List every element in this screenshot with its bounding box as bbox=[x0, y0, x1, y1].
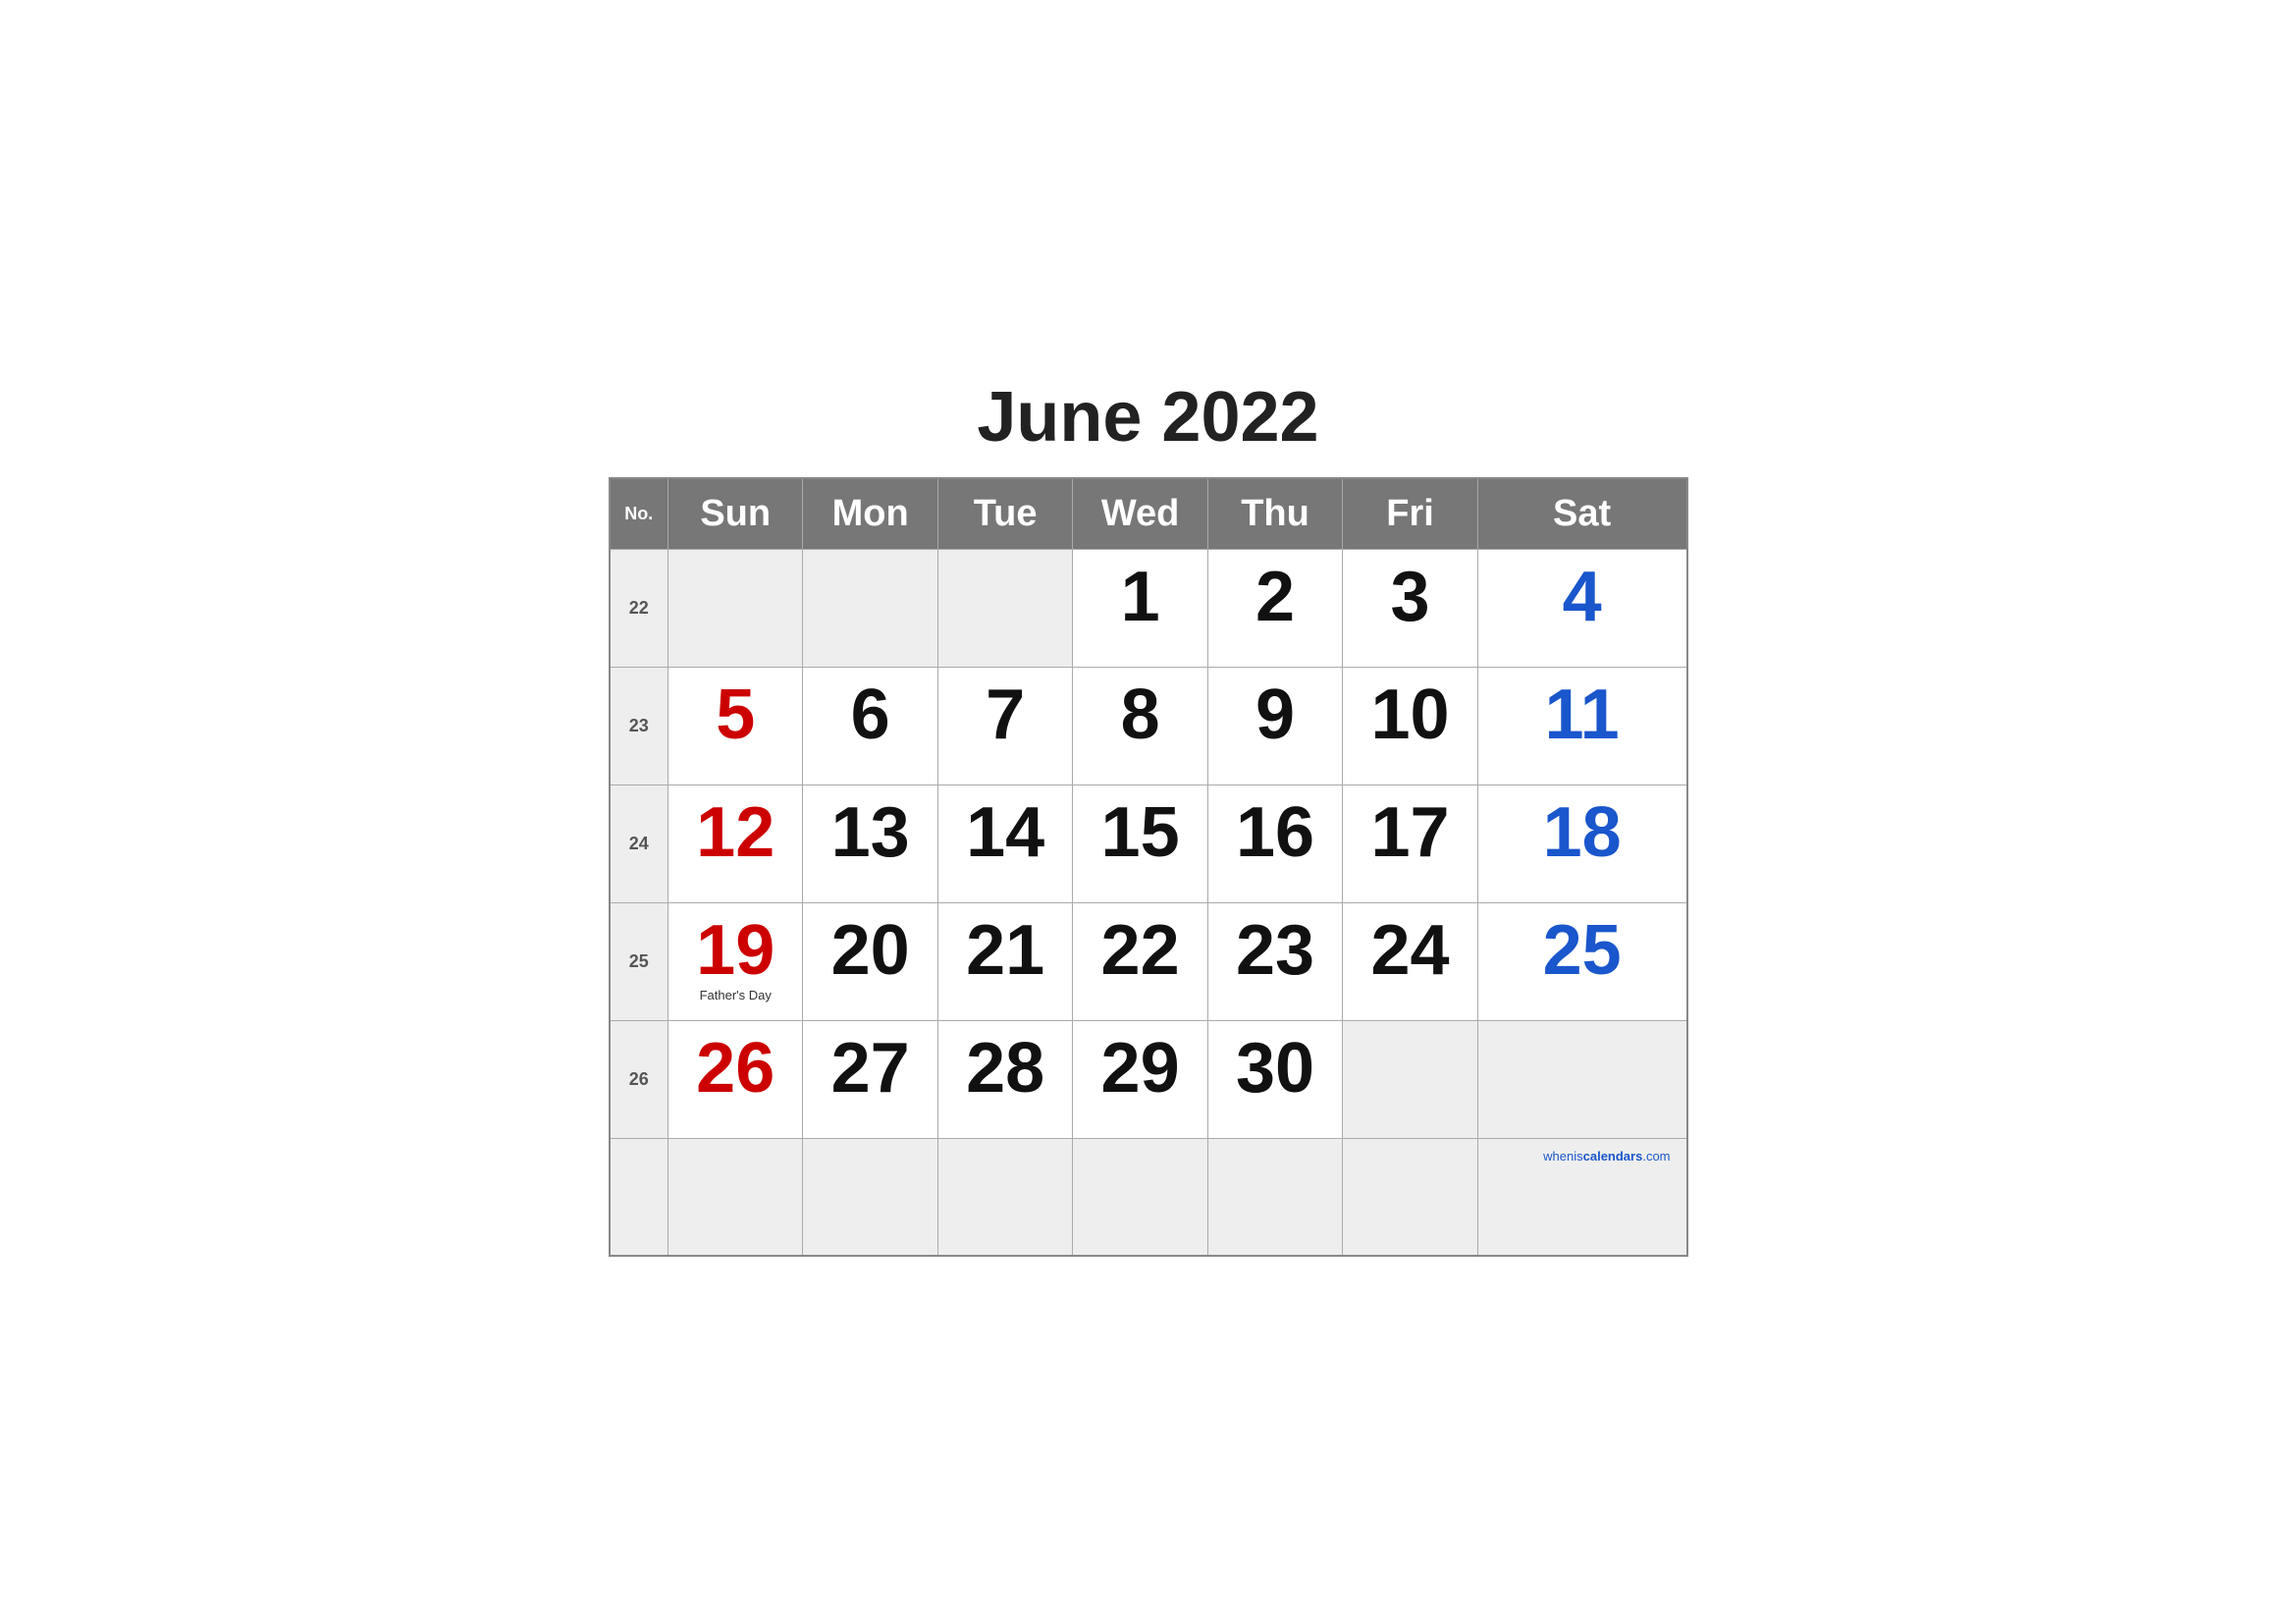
table-row: wheniscalendars.com bbox=[610, 1138, 1687, 1256]
calendar-day[interactable]: 6 bbox=[803, 667, 937, 785]
day-number: 13 bbox=[813, 797, 927, 868]
calendar-day[interactable] bbox=[1477, 1020, 1686, 1138]
calendar-day[interactable]: 25 bbox=[1477, 902, 1686, 1020]
calendar-day[interactable]: 30 bbox=[1207, 1020, 1342, 1138]
calendar-day[interactable]: 9 bbox=[1207, 667, 1342, 785]
day-number: 16 bbox=[1218, 797, 1332, 868]
calendar-day[interactable]: wheniscalendars.com bbox=[1477, 1138, 1686, 1256]
day-number: 6 bbox=[813, 679, 927, 750]
calendar-day[interactable]: 18 bbox=[1477, 785, 1686, 902]
table-row: 2412 13 14 15 16 17 18 bbox=[610, 785, 1687, 902]
calendar-day[interactable] bbox=[1343, 1020, 1477, 1138]
header-fri: Fri bbox=[1343, 478, 1477, 550]
day-number: 9 bbox=[1218, 679, 1332, 750]
day-number: 11 bbox=[1488, 679, 1677, 750]
calendar-title: June 2022 bbox=[609, 367, 1688, 467]
day-number: 17 bbox=[1353, 797, 1467, 868]
day-number: 12 bbox=[678, 797, 792, 868]
calendar-day[interactable]: 20 bbox=[803, 902, 937, 1020]
table-row: 2519Father's Day202122232425 bbox=[610, 902, 1687, 1020]
header-thu: Thu bbox=[1207, 478, 1342, 550]
calendar-day[interactable]: 12 bbox=[668, 785, 803, 902]
calendar-day[interactable]: 2 bbox=[1207, 549, 1342, 667]
calendar-table: No. Sun Mon Tue Wed Thu Fri Sat 22123423… bbox=[609, 477, 1688, 1258]
calendar-day[interactable]: 19 Father's Day bbox=[668, 902, 803, 1020]
calendar-day[interactable]: 7 bbox=[937, 667, 1072, 785]
day-number: 27 bbox=[813, 1033, 927, 1104]
day-number: 24 bbox=[1353, 915, 1467, 986]
day-number: 1 bbox=[1083, 562, 1197, 632]
event-label: Father's Day bbox=[678, 988, 792, 1002]
calendar-day[interactable]: 13 bbox=[803, 785, 937, 902]
header-tue: Tue bbox=[937, 478, 1072, 550]
header-wed: Wed bbox=[1073, 478, 1207, 550]
day-number: 29 bbox=[1083, 1033, 1197, 1104]
day-number: 7 bbox=[948, 679, 1062, 750]
calendar-day[interactable]: 29 bbox=[1073, 1020, 1207, 1138]
day-number: 20 bbox=[813, 915, 927, 986]
day-number: 4 bbox=[1488, 562, 1677, 632]
week-number: 24 bbox=[610, 785, 668, 902]
day-number: 21 bbox=[948, 915, 1062, 986]
calendar-day[interactable] bbox=[668, 549, 803, 667]
week-number: 25 bbox=[610, 902, 668, 1020]
calendar-day[interactable]: 14 bbox=[937, 785, 1072, 902]
day-number: 3 bbox=[1353, 562, 1467, 632]
calendar-day[interactable]: 16 bbox=[1207, 785, 1342, 902]
calendar-day[interactable] bbox=[937, 549, 1072, 667]
calendar-day[interactable]: 24 bbox=[1343, 902, 1477, 1020]
table-row: 2356789 10 11 bbox=[610, 667, 1687, 785]
calendar-day[interactable]: 8 bbox=[1073, 667, 1207, 785]
calendar-day[interactable]: 3 bbox=[1343, 549, 1477, 667]
calendar-day[interactable]: 10 bbox=[1343, 667, 1477, 785]
day-number: 22 bbox=[1083, 915, 1197, 986]
calendar-day[interactable] bbox=[1073, 1138, 1207, 1256]
week-number: 26 bbox=[610, 1020, 668, 1138]
calendar-day[interactable]: 15 bbox=[1073, 785, 1207, 902]
calendar-day[interactable]: 5 bbox=[668, 667, 803, 785]
calendar-day[interactable] bbox=[668, 1138, 803, 1256]
day-number: 5 bbox=[678, 679, 792, 750]
week-number: 23 bbox=[610, 667, 668, 785]
week-number: 22 bbox=[610, 549, 668, 667]
day-number: 15 bbox=[1083, 797, 1197, 868]
day-number: 2 bbox=[1218, 562, 1332, 632]
day-number: 23 bbox=[1218, 915, 1332, 986]
day-number: 19 bbox=[678, 915, 792, 986]
table-row: 22 1234 bbox=[610, 549, 1687, 667]
calendar-day[interactable]: 23 bbox=[1207, 902, 1342, 1020]
calendar-day[interactable]: 26 bbox=[668, 1020, 803, 1138]
day-number: 8 bbox=[1083, 679, 1197, 750]
calendar-day[interactable] bbox=[803, 549, 937, 667]
day-number: 25 bbox=[1488, 915, 1677, 986]
calendar-day[interactable] bbox=[1207, 1138, 1342, 1256]
calendar-day[interactable]: 27 bbox=[803, 1020, 937, 1138]
calendar-container: June 2022 No. Sun Mon Tue Wed Thu Fri Sa… bbox=[609, 367, 1688, 1258]
day-number: 18 bbox=[1488, 797, 1677, 868]
calendar-day[interactable]: 1 bbox=[1073, 549, 1207, 667]
day-number: 14 bbox=[948, 797, 1062, 868]
header-mon: Mon bbox=[803, 478, 937, 550]
calendar-day[interactable]: 11 bbox=[1477, 667, 1686, 785]
day-number: 26 bbox=[678, 1033, 792, 1104]
day-number: 10 bbox=[1353, 679, 1467, 750]
table-row: 2626 27 28 29 30 bbox=[610, 1020, 1687, 1138]
header-sat: Sat bbox=[1477, 478, 1686, 550]
watermark: wheniscalendars.com bbox=[1488, 1147, 1677, 1167]
calendar-day[interactable] bbox=[1343, 1138, 1477, 1256]
calendar-day[interactable] bbox=[803, 1138, 937, 1256]
week-number bbox=[610, 1138, 668, 1256]
calendar-day[interactable] bbox=[937, 1138, 1072, 1256]
day-number: 28 bbox=[948, 1033, 1062, 1104]
header-row: No. Sun Mon Tue Wed Thu Fri Sat bbox=[610, 478, 1687, 550]
calendar-day[interactable]: 21 bbox=[937, 902, 1072, 1020]
calendar-day[interactable]: 28 bbox=[937, 1020, 1072, 1138]
calendar-body: 2212342356789101124121314151617182519Fat… bbox=[610, 549, 1687, 1256]
header-sun: Sun bbox=[668, 478, 803, 550]
header-no: No. bbox=[610, 478, 668, 550]
day-number: 30 bbox=[1218, 1033, 1332, 1104]
calendar-day[interactable]: 4 bbox=[1477, 549, 1686, 667]
calendar-day[interactable]: 17 bbox=[1343, 785, 1477, 902]
calendar-day[interactable]: 22 bbox=[1073, 902, 1207, 1020]
